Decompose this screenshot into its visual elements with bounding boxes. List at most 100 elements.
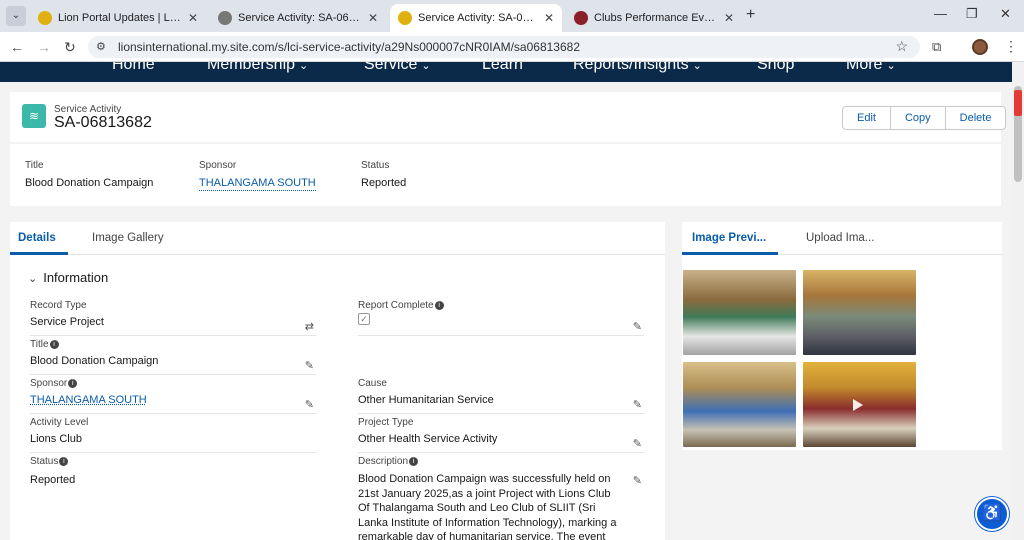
image-preview-card: Image Previ... Upload Ima... — [682, 222, 1002, 450]
site-navigation: Home Membership ⌄ Service ⌄ Learn Reports/… — [0, 62, 1012, 82]
edit-button[interactable]: Edit — [843, 107, 891, 129]
field-cause: Cause Other Humanitarian Service ✎ — [358, 378, 644, 414]
site-info-icon[interactable]: ⚙ — [96, 40, 106, 53]
field-label: Status — [361, 160, 390, 171]
chevron-down-icon: ⌄ — [299, 62, 309, 72]
activity-photo-2[interactable] — [803, 270, 916, 355]
lions-favicon-icon — [398, 11, 412, 25]
highlights-panel: Title Blood Donation Campaign Sponsor TH… — [10, 144, 1001, 206]
info-icon[interactable]: i — [434, 301, 444, 310]
tab-title: Service Activity: SA-06813682 — [418, 12, 538, 24]
restore-icon[interactable]: ❐ — [966, 6, 978, 22]
profile-avatar[interactable] — [972, 39, 988, 55]
record-actions: Edit Copy Delete — [842, 106, 1007, 130]
reload-icon[interactable]: ↻ — [64, 39, 76, 56]
tab-details[interactable]: Details — [18, 232, 56, 244]
address-bar-row: ← → ↻ ⚙ lionsinternational.my.site.com/s… — [0, 32, 1024, 62]
record-header: ≋ Service Activity SA-06813682 Edit Copy… — [10, 92, 1007, 142]
browser-tab-2[interactable]: Service Activity: SA-06702989 ✕ — [210, 4, 386, 32]
nav-label: Membership — [207, 62, 296, 73]
nav-shop[interactable]: Shop — [757, 62, 794, 74]
nav-more[interactable]: More ⌄ — [846, 62, 896, 74]
field-status: Status i Reported — [30, 456, 316, 486]
nav-learn[interactable]: Learn — [482, 62, 523, 74]
pencil-edit-icon[interactable]: ✎ — [633, 437, 642, 450]
field-label: Title — [25, 160, 44, 171]
browser-tab-4[interactable]: Clubs Performance Evaluation S ✕ — [566, 4, 742, 32]
forward-icon[interactable]: → — [37, 39, 51, 55]
field-label: Status — [30, 456, 59, 467]
pencil-edit-icon[interactable]: ✎ — [633, 398, 642, 411]
browser-tab-3-active[interactable]: Service Activity: SA-06813682 ✕ — [390, 4, 562, 32]
change-record-type-icon[interactable]: ⇄ — [305, 320, 314, 333]
pencil-edit-icon[interactable]: ✎ — [633, 474, 642, 487]
pencil-edit-icon[interactable]: ✎ — [305, 359, 314, 372]
field-record-type: Record Type Service Project ⇄ — [30, 300, 316, 336]
info-icon[interactable]: i — [59, 457, 69, 466]
globe-icon — [218, 11, 232, 25]
sponsor-link[interactable]: THALANGAMA SOUTH — [30, 394, 316, 406]
delete-button[interactable]: Delete — [946, 107, 1006, 129]
field-value: Reported — [361, 177, 407, 189]
field-report-complete: Report Complete i ✓ ✎ — [358, 300, 644, 336]
info-icon[interactable]: i — [409, 457, 419, 466]
tab-image-preview[interactable]: Image Previ... — [692, 232, 766, 244]
pencil-edit-icon[interactable]: ✎ — [633, 320, 642, 333]
tab-image-gallery[interactable]: Image Gallery — [92, 232, 164, 244]
pencil-edit-icon[interactable]: ✎ — [305, 398, 314, 411]
nav-label: Reports/Insights — [573, 62, 689, 73]
extensions-icon[interactable]: ⧉ — [932, 39, 941, 55]
tab-upload-image[interactable]: Upload Ima... — [806, 232, 874, 244]
tab-search-button[interactable]: ⌄ — [6, 6, 26, 26]
close-icon[interactable]: ✕ — [188, 11, 198, 25]
browser-menu-icon[interactable]: ⋮ — [1004, 38, 1018, 55]
description-text: Blood Donation Campaign was successfully… — [358, 473, 617, 540]
window-close-icon[interactable]: ✕ — [1000, 6, 1011, 22]
field-label: Cause — [358, 378, 387, 389]
activity-photo-3[interactable] — [683, 362, 796, 447]
nav-home[interactable]: Home — [112, 62, 155, 74]
sponsor-link[interactable]: THALANGAMA SOUTH — [199, 177, 316, 191]
report-complete-checkbox: ✓ — [358, 313, 370, 325]
information-section-header[interactable]: ⌄ Information — [28, 270, 108, 285]
tab-title: Clubs Performance Evaluation S — [594, 12, 718, 24]
nav-label: More — [846, 62, 883, 73]
close-icon[interactable]: ✕ — [368, 11, 378, 25]
activity-photo-1[interactable] — [683, 270, 796, 355]
nav-reports-insights[interactable]: Reports/Insights ⌄ — [573, 62, 702, 74]
highlight-title: Title Blood Donation Campaign — [25, 160, 153, 189]
accessibility-icon[interactable]: ♿ — [975, 497, 1009, 531]
section-title: Information — [43, 270, 109, 285]
field-value: Reported — [30, 474, 76, 486]
close-icon[interactable]: ✕ — [724, 11, 734, 25]
chevron-down-icon: ⌄ — [421, 62, 431, 72]
minimize-icon[interactable]: — — [934, 6, 947, 21]
details-tabs: Details Image Gallery — [10, 222, 665, 255]
nav-label: Learn — [482, 62, 523, 73]
scrollbar-marker — [1014, 90, 1022, 116]
info-icon[interactable]: i — [68, 379, 78, 388]
chevron-down-icon: ⌄ — [692, 62, 702, 72]
url-omnibox[interactable]: ⚙ lionsinternational.my.site.com/s/lci-s… — [88, 36, 920, 58]
field-sponsor: Sponsor i THALANGAMA SOUTH ✎ — [30, 378, 316, 414]
new-tab-icon[interactable]: + — [746, 6, 755, 24]
field-value: Blood Donation Campaign — [30, 355, 159, 367]
bookmark-star-icon[interactable]: ☆ — [895, 38, 908, 55]
field-title: Title i Blood Donation Campaign ✎ — [30, 339, 316, 375]
tab-title: Lion Portal Updates | Lions Club — [58, 12, 182, 24]
play-icon[interactable] — [853, 399, 863, 411]
activity-video-4[interactable] — [803, 362, 916, 447]
back-icon[interactable]: ← — [10, 39, 24, 55]
page-scrollbar[interactable] — [1012, 62, 1024, 540]
url-text[interactable]: lionsinternational.my.site.com/s/lci-ser… — [118, 40, 580, 54]
field-value: Other Health Service Activity — [358, 433, 498, 445]
nav-service[interactable]: Service ⌄ — [364, 62, 431, 74]
copy-button[interactable]: Copy — [891, 107, 946, 129]
close-icon[interactable]: ✕ — [544, 11, 554, 25]
browser-tab-strip: ⌄ Lion Portal Updates | Lions Club ✕ Ser… — [0, 0, 1024, 32]
nav-membership[interactable]: Membership ⌄ — [207, 62, 308, 74]
active-tab-indicator — [10, 252, 68, 255]
browser-tab-1[interactable]: Lion Portal Updates | Lions Club ✕ — [30, 4, 206, 32]
nav-label: Home — [112, 62, 155, 73]
info-icon[interactable]: i — [49, 340, 59, 349]
